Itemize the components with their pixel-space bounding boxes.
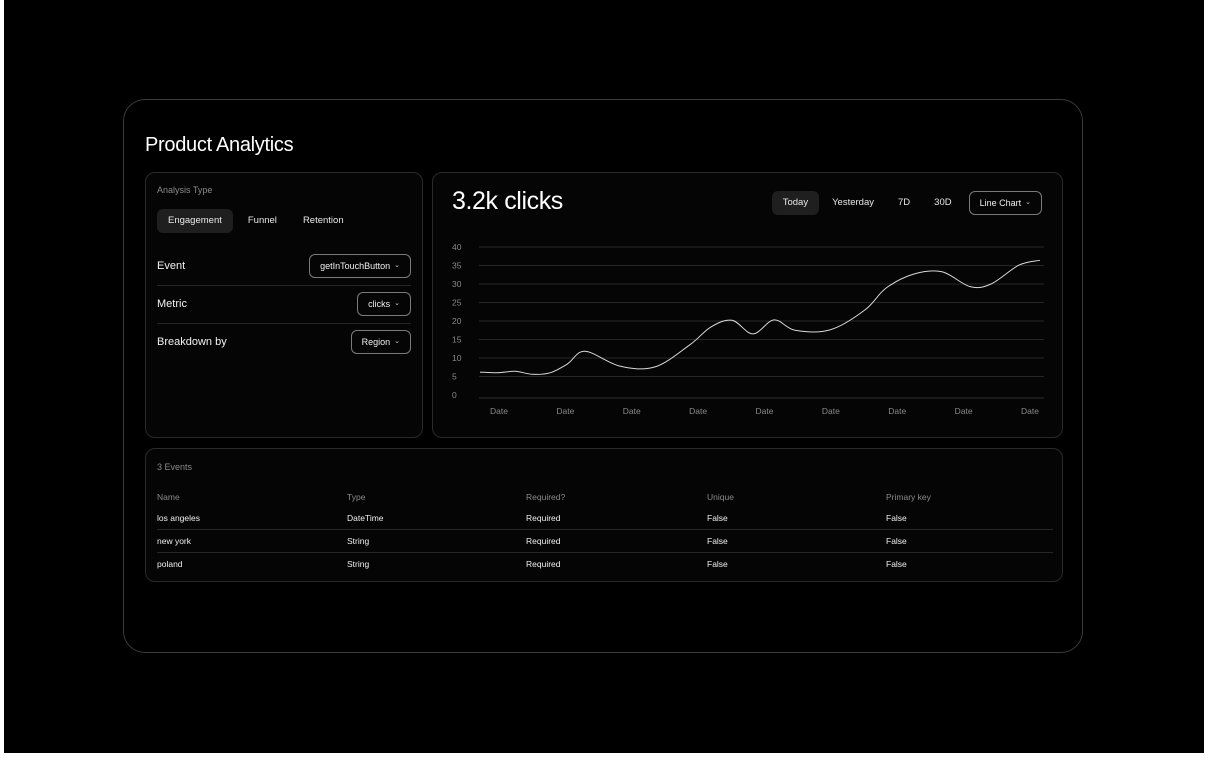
column-header-unique: Unique xyxy=(707,492,734,502)
column-header-name: Name xyxy=(157,492,180,502)
x-tick-label: Date xyxy=(1021,406,1039,416)
column-header-required: Required? xyxy=(526,492,566,502)
x-tick-label: Date xyxy=(689,406,707,416)
chevron-down-icon: ⌄ xyxy=(394,300,400,307)
analysis-config-card: Analysis Type Engagement Funnel Retentio… xyxy=(145,172,423,438)
line-chart: 0 5 10 15 20 25 30 35 40 Date Date Date Date Date Date… xyxy=(452,242,1044,416)
cell-unique: False xyxy=(707,507,886,530)
table-row[interactable]: poland String Required False False xyxy=(157,553,1053,576)
events-count-label: 3 Events xyxy=(157,462,193,472)
events-table-card: 3 Events Name Type Required? Unique Prim… xyxy=(145,448,1063,582)
y-tick-label: 40 xyxy=(452,242,462,252)
cell-unique: False xyxy=(707,529,886,553)
cell-required: Required xyxy=(526,559,561,569)
tab-funnel[interactable]: Funnel xyxy=(237,209,288,233)
cell-primary-key: False xyxy=(886,529,1053,553)
y-tick-label: 10 xyxy=(452,353,462,363)
event-select-value: getInTouchButton xyxy=(320,261,391,271)
y-tick-label: 15 xyxy=(452,335,462,345)
analysis-type-tabs: Engagement Funnel Retention xyxy=(157,209,355,233)
y-tick-label: 5 xyxy=(452,372,457,382)
y-tick-label: 35 xyxy=(452,261,462,271)
cell-name: los angeles xyxy=(157,507,347,530)
y-tick-label: 0 xyxy=(452,390,457,400)
cell-unique: False xyxy=(707,559,728,569)
event-select[interactable]: getInTouchButton ⌄ xyxy=(309,254,411,278)
cell-type: String xyxy=(347,529,526,553)
breakdown-field-label: Breakdown by xyxy=(157,336,227,348)
cell-primary-key: False xyxy=(886,507,1053,530)
event-field-label: Event xyxy=(157,260,186,272)
cell-required: Required xyxy=(526,507,707,530)
analysis-type-label: Analysis Type xyxy=(157,185,213,195)
series-line xyxy=(479,259,1041,375)
cell-primary-key: False xyxy=(886,559,907,569)
cell-name: new york xyxy=(157,529,347,553)
x-tick-label: Date xyxy=(756,406,774,416)
events-table: Name Type Required? Unique Primary key l… xyxy=(157,487,1053,575)
page-title: Product Analytics xyxy=(145,134,294,156)
metric-select[interactable]: clicks ⌄ xyxy=(357,292,411,316)
column-header-primary-key: Primary key xyxy=(886,492,931,502)
chevron-down-icon: ⌄ xyxy=(394,262,400,269)
cell-required: Required xyxy=(526,529,707,553)
event-field-row: Event getInTouchButton ⌄ xyxy=(157,247,411,286)
y-tick-label: 30 xyxy=(452,279,462,289)
tab-engagement[interactable]: Engagement xyxy=(157,209,233,233)
breakdown-field-row: Breakdown by Region ⌄ xyxy=(157,323,411,361)
y-tick-label: 25 xyxy=(452,298,462,308)
chart-card: 3.2k clicks Today Yesterday 7D 30D Line … xyxy=(432,172,1063,438)
y-tick-label: 20 xyxy=(452,316,462,326)
tab-retention[interactable]: Retention xyxy=(292,209,355,233)
table-row[interactable]: new york String Required False False xyxy=(157,529,1053,553)
x-tick-label: Date xyxy=(955,406,973,416)
metric-field-row: Metric clicks ⌄ xyxy=(157,285,411,324)
metric-field-label: Metric xyxy=(157,298,187,310)
x-tick-label: Date xyxy=(888,406,906,416)
cell-name: poland xyxy=(157,559,183,569)
cell-type: String xyxy=(347,559,370,569)
table-row[interactable]: los angeles DateTime Required False Fals… xyxy=(157,507,1053,530)
x-tick-label: Date xyxy=(490,406,508,416)
column-header-type: Type xyxy=(347,492,366,502)
cell-type: DateTime xyxy=(347,507,526,530)
x-tick-label: Date xyxy=(556,406,574,416)
table-header-row: Name Type Required? Unique Primary key xyxy=(157,487,1053,507)
x-tick-label: Date xyxy=(822,406,840,416)
x-tick-label: Date xyxy=(623,406,641,416)
breakdown-select[interactable]: Region ⌄ xyxy=(350,330,411,354)
metric-select-value: clicks xyxy=(368,299,391,309)
chevron-down-icon: ⌄ xyxy=(394,338,400,345)
breakdown-select-value: Region xyxy=(361,337,391,347)
